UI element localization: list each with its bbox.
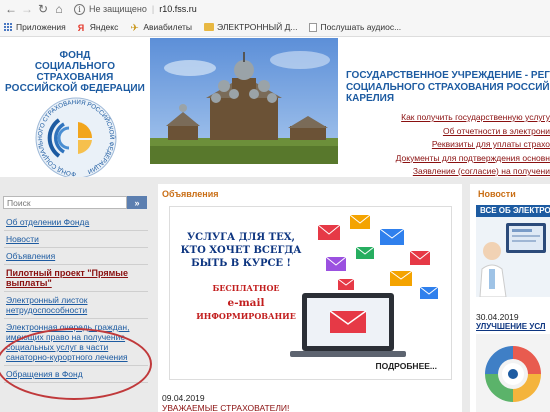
bookmark-audio[interactable]: Послушать аудиос... [309,22,401,32]
news-date: 09.04.2019 [162,393,205,403]
more-link[interactable]: ПОДРОБНЕЕ... [375,361,437,371]
url-field[interactable]: r10.fss.ru [159,4,197,14]
sidebar-item-about[interactable]: Об отделении Фонда [4,214,148,231]
banner-line-free: БЕСПЛАТНОЕ [212,283,280,293]
security-status: Не защищено [89,4,147,14]
bookmark-yandex[interactable]: Я Яндекс [77,22,119,33]
forward-arrow-icon[interactable]: → [20,2,34,16]
bookmark-label: Приложения [16,22,66,32]
folder-icon [204,23,215,31]
sidebar-item-sick-leave[interactable]: Электронный листок нетрудоспособности [4,292,148,319]
banner-headline: УСЛУГА ДЛЯ ТЕХ, КТО ХОЧЕТ ВСЕГДА БЫТЬ В … [180,232,302,269]
news-title: Новости [478,189,516,199]
address-bar: ← → ↻ ⌂ i Не защищено | r10.fss.ru [0,0,550,18]
search-box: » [3,196,147,209]
reload-icon[interactable]: ↻ [36,2,50,16]
yandex-icon: Я [77,22,85,33]
search-input[interactable] [3,196,127,209]
header-link-documents[interactable]: Документы для подтверждения основн [350,152,550,166]
envelope-icon [317,214,439,299]
kizhi-church-image [150,38,338,164]
bookmark-label: Авиабилеты [143,22,193,32]
home-icon[interactable]: ⌂ [52,2,66,16]
service-diagram-image[interactable] [476,334,550,412]
org-title-line: СОЦИАЛЬНОГО СТРАХОВАНИЯ РОССИЙ [346,81,550,93]
back-arrow-icon[interactable]: ← [4,2,18,16]
page-icon [309,22,318,32]
search-button[interactable]: » [127,196,147,209]
all-electronic-banner[interactable]: ВСЕ ОБ ЭЛЕКТРОН [476,205,550,217]
doctor-computer-image[interactable] [476,217,550,297]
fss-emblem-logo[interactable]: ФОНД СОЦИАЛЬНОГО СТРАХОВАНИЯ РОССИЙСКОЙ … [22,92,130,182]
bookmarks-bar: Приложения Я Яндекс ✈ Авиабилеты ЭЛЕКТРО… [0,18,550,37]
plane-icon: ✈ [130,22,139,34]
bookmark-electronic[interactable]: ЭЛЕКТРОННЫЙ Д... [204,22,297,32]
header-link-gov-service[interactable]: Как получить государственную услугу [350,111,550,125]
fund-logo-text[interactable]: ФОНД СОЦИАЛЬНОГО СТРАХОВАНИЯ РОССИЙСКОЙ … [0,50,150,94]
org-title-line: КАРЕЛИЯ [346,93,395,104]
org-title: ГОСУДАРСТВЕННОЕ УЧРЕЖДЕНИЕ - РЕГИОНА СОЦ… [346,70,550,105]
header-link-reporting[interactable]: Об отчетности в электрони [350,125,550,139]
bookmark-apps[interactable]: Приложения [4,22,66,32]
email-info-banner[interactable]: УСЛУГА ДЛЯ ТЕХ, КТО ХОЧЕТ ВСЕГДА БЫТЬ В … [169,206,452,380]
org-title-line: ГОСУДАРСТВЕННОЕ УЧРЕЖДЕНИЕ - РЕГИОНА [346,70,550,81]
banner-subtext: БЕСПЛАТНОЕ e-mail ИНФОРМИРОВАНИЕ [186,283,306,322]
announcements-title: Объявления [162,189,219,199]
logo-line: ФОНД [59,50,91,61]
header-link-requisites[interactable]: Реквизиты для уплаты страхо [350,138,550,152]
right-news-date: 30.04.2019 [476,312,519,322]
info-icon[interactable]: i [74,3,85,15]
logo-line: СОЦИАЛЬНОГО СТРАХОВАНИЯ [34,61,116,83]
bookmark-label: Послушать аудиос... [320,22,402,32]
banner-line-email: e-mail [227,297,265,309]
apps-icon [4,22,13,32]
bookmark-flights[interactable]: ✈ Авиабилеты [130,22,193,34]
news-link[interactable]: УВАЖАЕМЫЕ СТРАХОВАТЕЛИ! [162,403,289,412]
address-separator: | [151,4,155,14]
red-circle-annotation [0,328,152,400]
sidebar-item-announcements[interactable]: Объявления [4,248,148,265]
bookmark-label: Яндекс [89,22,119,32]
right-news-link[interactable]: УЛУЧШЕНИЕ УСЛ [476,322,546,331]
sidebar-item-news[interactable]: Новости [4,231,148,248]
header-links: Как получить государственную услугу Об о… [350,111,550,179]
banner-line-info: ИНФОРМИРОВАНИЕ [196,311,296,321]
sidebar-item-direct-payments[interactable]: Пилотный проект "Прямые выплаты" [4,265,148,292]
bookmark-label: ЭЛЕКТРОННЫЙ Д... [217,22,298,32]
